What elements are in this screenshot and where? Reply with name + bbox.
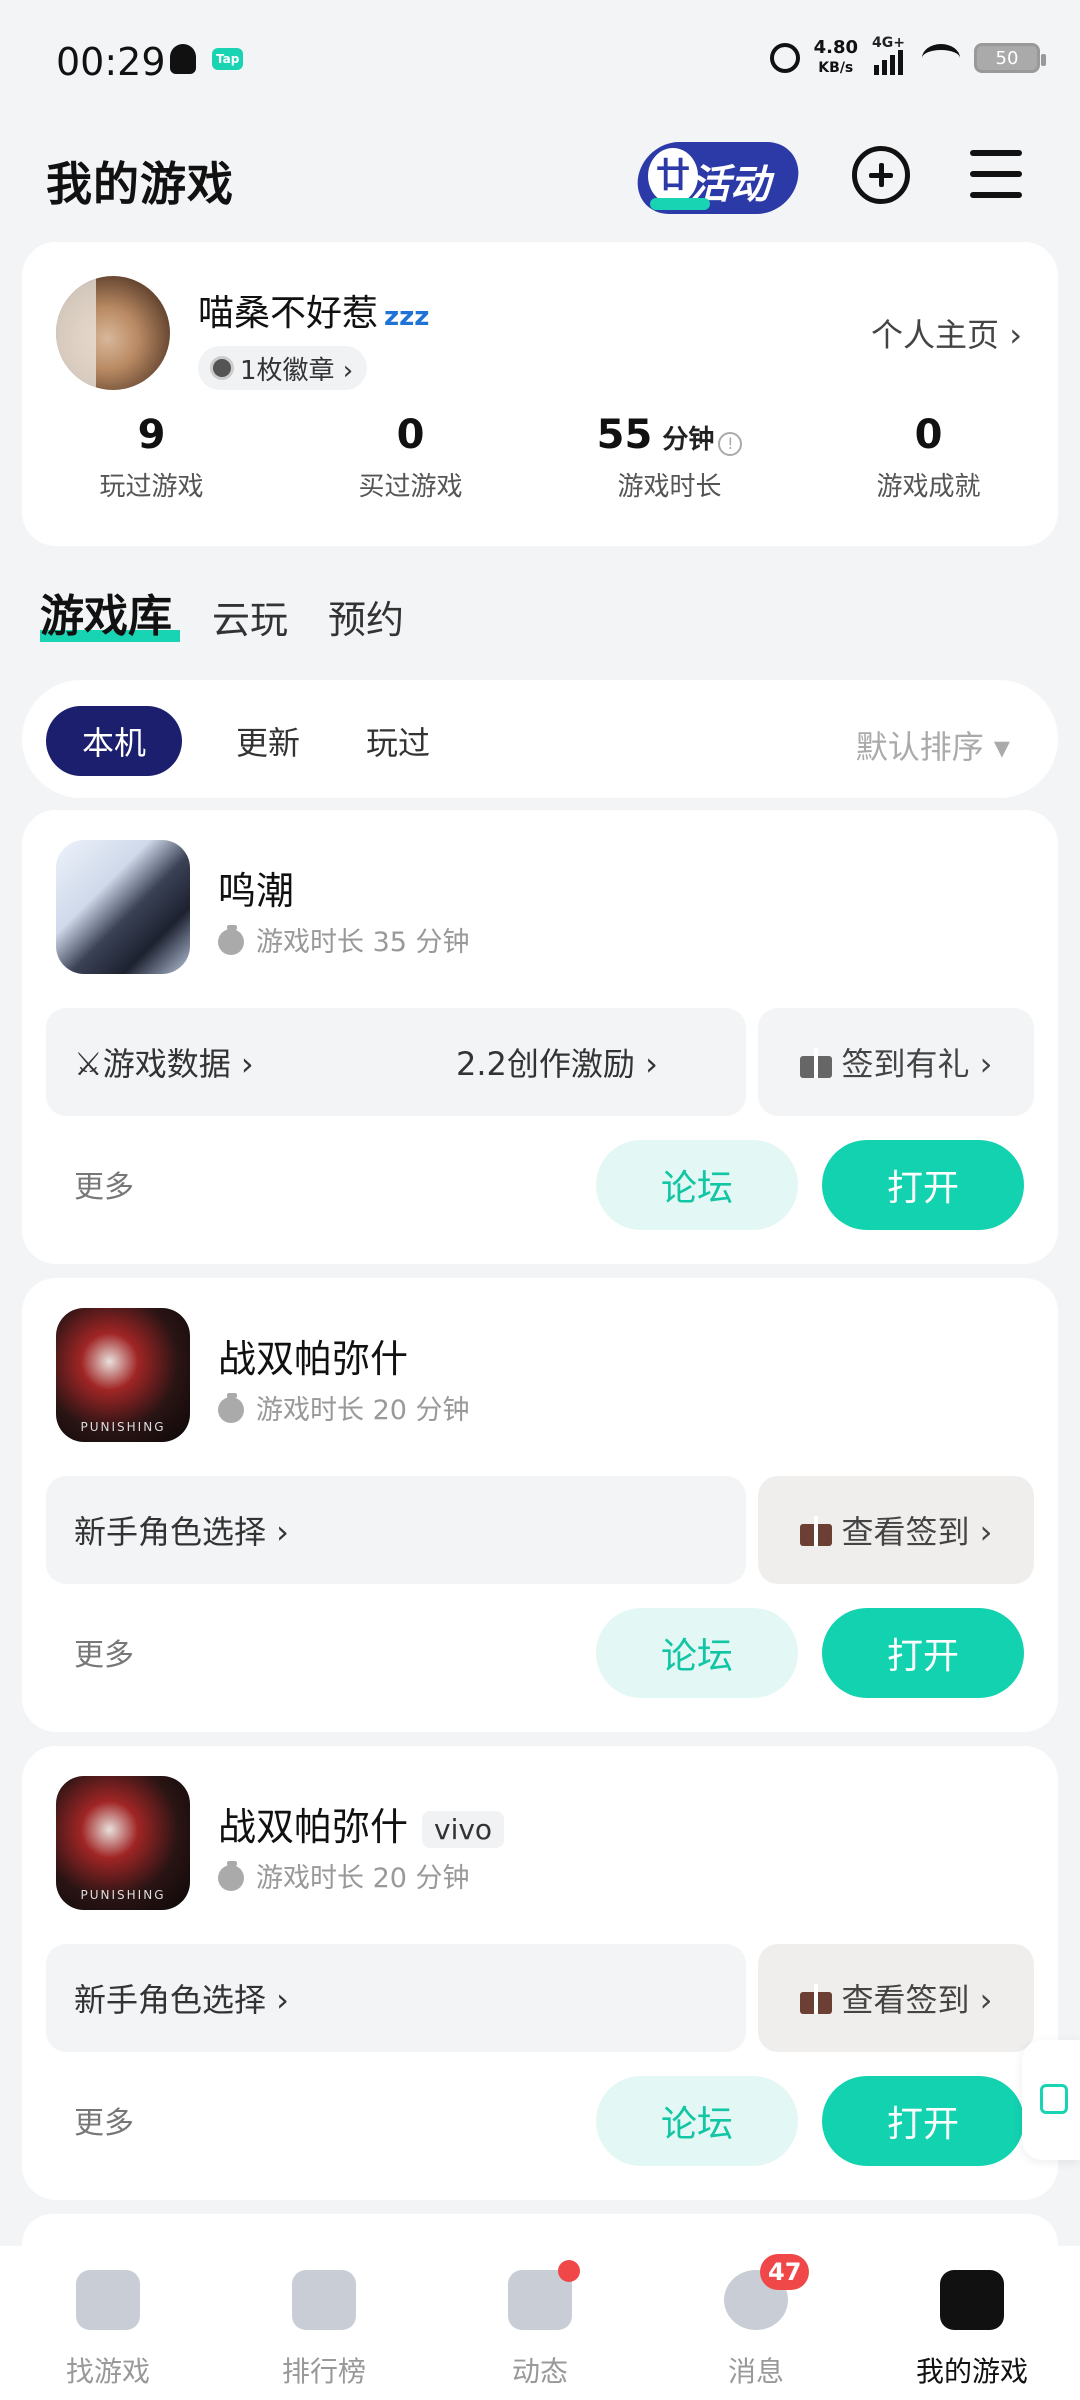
qq-icon (170, 44, 196, 74)
nav-my-games[interactable]: 我的游戏 (864, 2246, 1080, 2400)
app-header: 我的游戏 廿 活动 (0, 130, 1080, 240)
message-count-badge: 47 (760, 2254, 810, 2290)
newbie-character-link[interactable]: 新手角色选择 › (74, 1507, 289, 1553)
find-games-icon (76, 2270, 140, 2330)
forum-button[interactable]: 论坛 (596, 2076, 798, 2166)
nav-feed[interactable]: 动态 (432, 2246, 648, 2400)
creation-incentive-link[interactable]: 2.2创作激励 › (456, 1008, 658, 1116)
gift-icon (799, 1514, 832, 1546)
chip-local[interactable]: 本机 (46, 706, 182, 776)
game-name[interactable]: 鸣潮 (218, 860, 294, 915)
stat-bought[interactable]: 0 买过游戏 (281, 412, 540, 503)
username[interactable]: 喵桑不好惹 zzz (198, 284, 429, 336)
game-icon[interactable] (56, 840, 190, 974)
profile-stats: 9 玩过游戏 0 买过游戏 55 分钟! 游戏时长 0 游戏成就 (22, 412, 1058, 503)
filter-bar: 本机 更新 玩过 默认排序 ▾ (22, 680, 1058, 798)
stat-playtime[interactable]: 55 分钟! 游戏时长 (540, 412, 799, 503)
medal-icon (210, 356, 234, 380)
library-tabs: 游戏库 云玩 预约 (40, 580, 404, 644)
stopwatch-icon (218, 1392, 246, 1423)
alarm-icon (769, 43, 800, 73)
chip-played[interactable]: 玩过 (348, 706, 448, 776)
open-button[interactable]: 打开 (822, 1140, 1024, 1230)
tab-reserve[interactable]: 预约 (328, 589, 404, 644)
game-icon[interactable] (56, 1776, 190, 1910)
channel-tag: vivo (422, 1811, 505, 1848)
more-button[interactable]: 更多 (74, 1630, 134, 1674)
add-button[interactable] (852, 146, 910, 204)
sort-dropdown[interactable]: 默认排序 ▾ (856, 722, 1010, 768)
download-icon (1040, 2084, 1068, 2114)
view-checkin-button[interactable]: 查看签到 › (758, 1476, 1034, 1584)
nav-find-games[interactable]: 找游戏 (0, 2246, 216, 2400)
info-icon[interactable]: ! (718, 431, 743, 456)
game-data-link[interactable]: ⚔游戏数据 › (74, 1039, 254, 1085)
stopwatch-icon (218, 924, 246, 955)
status-time: 00:29 (56, 40, 166, 84)
rankings-icon (292, 2270, 356, 2330)
game-name[interactable]: 战双帕弥什 vivo (218, 1796, 505, 1851)
newbie-character-link[interactable]: 新手角色选择 › (74, 1975, 289, 2021)
net-speed: 4.80 KB/s (813, 37, 858, 77)
medal-badge[interactable]: 1枚徽章 › (198, 346, 368, 390)
avatar[interactable] (56, 276, 170, 390)
tap-icon: Tap (212, 48, 244, 70)
menu-icon[interactable] (970, 150, 1022, 198)
tab-cloud[interactable]: 云玩 (212, 589, 288, 644)
tab-library[interactable]: 游戏库 (40, 580, 180, 644)
profile-card: 喵桑不好惹 zzz 1枚徽章 › 个人主页 › 9 玩过游戏 0 买过游戏 55 分… (22, 242, 1058, 546)
gift-icon (799, 1046, 832, 1078)
homepage-link[interactable]: 个人主页 › (871, 310, 1022, 356)
wifi-icon (922, 44, 960, 72)
nav-messages[interactable]: 47 消息 (648, 2246, 864, 2400)
stat-played[interactable]: 9 玩过游戏 (22, 412, 281, 503)
open-button[interactable]: 打开 (822, 2076, 1024, 2166)
signal-icon: 4G+ (872, 35, 908, 75)
gift-icon (799, 1982, 832, 2014)
checkin-gift-button[interactable]: 签到有礼 › (758, 1008, 1034, 1116)
battery-icon: 50 (974, 43, 1046, 73)
stat-achievements[interactable]: 0 游戏成就 (799, 412, 1058, 503)
forum-button[interactable]: 论坛 (596, 1140, 798, 1230)
stopwatch-icon (218, 1860, 246, 1891)
activity-button[interactable]: 廿 活动 (630, 138, 806, 218)
forum-button[interactable]: 论坛 (596, 1608, 798, 1698)
more-button[interactable]: 更多 (74, 2098, 134, 2142)
more-button[interactable]: 更多 (74, 1162, 134, 1206)
notification-dot (558, 2260, 580, 2282)
chip-updates[interactable]: 更新 (218, 706, 318, 776)
gamepad-icon (940, 2270, 1004, 2330)
sleep-icon: zzz (384, 302, 430, 332)
game-card: 战双帕弥什vivo 游戏时长 20 分钟 新手角色选择 › 查看签到 › 更多 … (22, 1746, 1058, 2200)
download-float-button[interactable] (1022, 2040, 1080, 2160)
page-title: 我的游戏 (46, 157, 234, 211)
game-card: 鸣潮 游戏时长 35 分钟 ⚔游戏数据 › 2.2创作激励 › 签到有礼 › 更… (22, 810, 1058, 1264)
bottom-nav: 找游戏 排行榜 动态 47 消息 我的游戏 (0, 2246, 1080, 2400)
game-card: 战双帕弥什 游戏时长 20 分钟 新手角色选择 › 查看签到 › 更多 论坛 打… (22, 1278, 1058, 1732)
game-name[interactable]: 战双帕弥什 (218, 1328, 408, 1383)
game-icon[interactable] (56, 1308, 190, 1442)
view-checkin-button[interactable]: 查看签到 › (758, 1944, 1034, 2052)
open-button[interactable]: 打开 (822, 1608, 1024, 1698)
nav-rankings[interactable]: 排行榜 (216, 2246, 432, 2400)
status-bar: 00:29 Tap 4.80 KB/s 4G+ 50 (0, 0, 1080, 130)
